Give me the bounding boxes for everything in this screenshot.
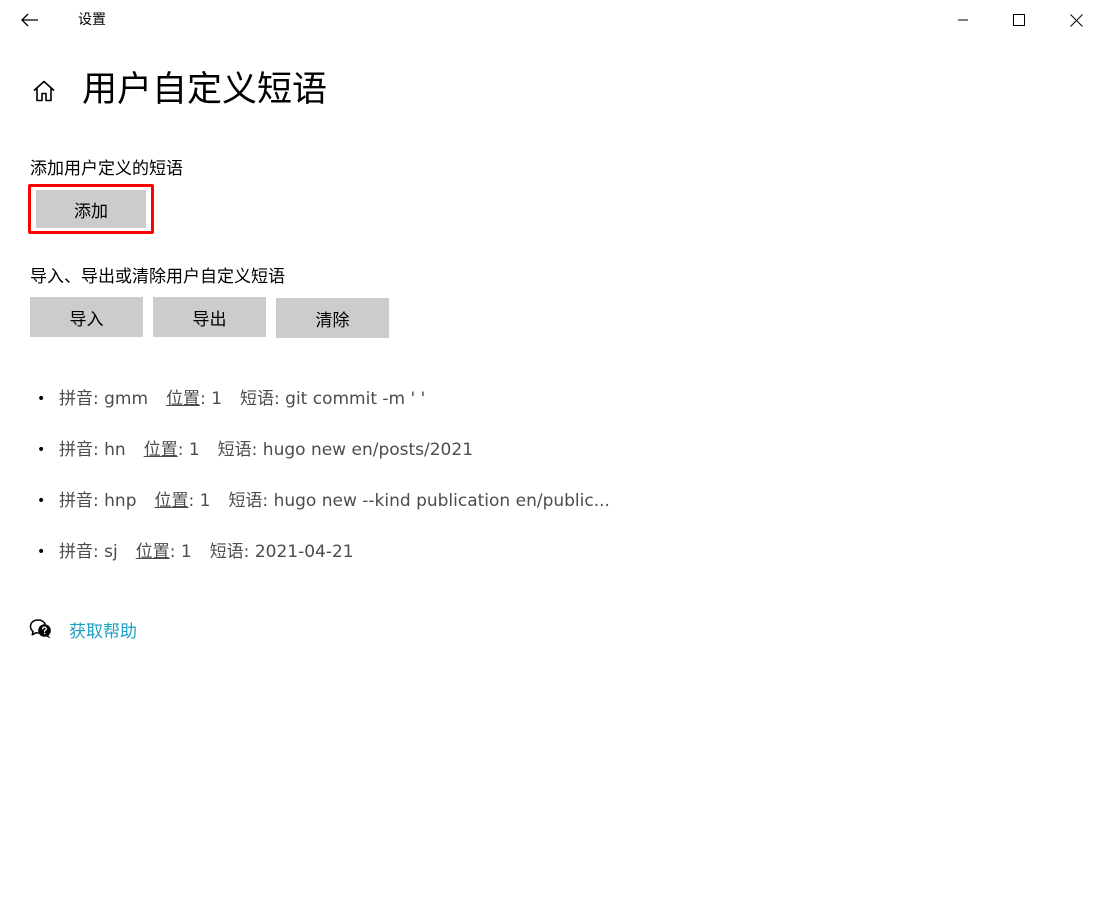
io-section-label: 导入、导出或清除用户自定义短语	[30, 267, 285, 287]
pinyin-label: 拼音:	[59, 440, 99, 460]
position-label: 位置	[135, 542, 170, 562]
phrase-label: 短语:	[228, 491, 269, 511]
add-section-label: 添加用户定义的短语	[30, 159, 183, 179]
back-arrow-icon	[21, 13, 38, 27]
home-icon	[33, 80, 55, 102]
app-title: 设置	[78, 12, 106, 28]
position-label: 位置	[143, 440, 178, 460]
help-row: 获取帮助	[28, 614, 137, 644]
minimize-icon	[958, 19, 968, 21]
phrase-label: 短语:	[240, 389, 280, 409]
position-value: : 1	[200, 389, 223, 409]
minimize-button[interactable]	[940, 0, 986, 40]
maximize-button[interactable]	[996, 0, 1042, 40]
position-value: : 1	[177, 440, 200, 460]
phrase-label: 短语:	[209, 542, 250, 562]
bullet-icon: •	[37, 391, 46, 407]
pinyin-value: gmm	[104, 389, 149, 409]
close-button[interactable]	[1053, 0, 1099, 40]
phrase-label: 短语:	[217, 440, 258, 460]
pinyin-label: 拼音:	[59, 491, 99, 511]
bullet-icon: •	[37, 493, 46, 509]
phrase-value: hugo new en/posts/2021	[262, 440, 474, 460]
bullet-icon: •	[37, 442, 46, 458]
pinyin-value: hnp	[104, 491, 137, 511]
export-button[interactable]: 导出	[153, 297, 266, 337]
position-value: : 1	[169, 542, 192, 562]
pinyin-label: 拼音:	[59, 389, 99, 409]
import-button[interactable]: 导入	[30, 297, 143, 337]
close-icon	[1069, 13, 1083, 27]
phrase-list: • 拼音: gmm 位置: 1 短语: git commit -m ' ' • …	[36, 386, 610, 590]
maximize-icon	[1013, 14, 1025, 26]
help-chat-icon	[28, 616, 54, 642]
position-label: 位置	[166, 389, 201, 409]
pinyin-label: 拼音:	[59, 542, 99, 562]
pinyin-value: hn	[104, 440, 126, 460]
back-button[interactable]	[14, 4, 46, 36]
pinyin-value: sj	[104, 542, 118, 562]
position-label: 位置	[154, 491, 189, 511]
phrase-item[interactable]: • 拼音: gmm 位置: 1 短语: git commit -m ' '	[36, 386, 610, 437]
phrase-item[interactable]: • 拼音: hn 位置: 1 短语: hugo new en/posts/202…	[36, 437, 610, 488]
clear-button[interactable]: 清除	[276, 298, 389, 338]
phrase-item[interactable]: • 拼音: sj 位置: 1 短语: 2021-04-21	[36, 539, 610, 590]
add-button[interactable]: 添加	[36, 190, 146, 228]
phrase-value: hugo new --kind publication en/public...	[273, 491, 610, 511]
phrase-item[interactable]: • 拼音: hnp 位置: 1 短语: hugo new --kind publ…	[36, 488, 610, 539]
bullet-icon: •	[37, 544, 46, 560]
position-value: : 1	[188, 491, 211, 511]
phrase-value: 2021-04-21	[254, 542, 354, 562]
page-title: 用户自定义短语	[82, 70, 328, 110]
phrase-value: git commit -m ' '	[285, 389, 426, 409]
get-help-link[interactable]: 获取帮助	[69, 617, 137, 642]
title-bar: 设置	[0, 0, 1105, 40]
home-button[interactable]	[30, 77, 58, 105]
settings-window: 设置 用户自定义短语 添加用户定义的短语 添加 导入、导出或清除用户自定义短语 …	[0, 0, 1105, 903]
